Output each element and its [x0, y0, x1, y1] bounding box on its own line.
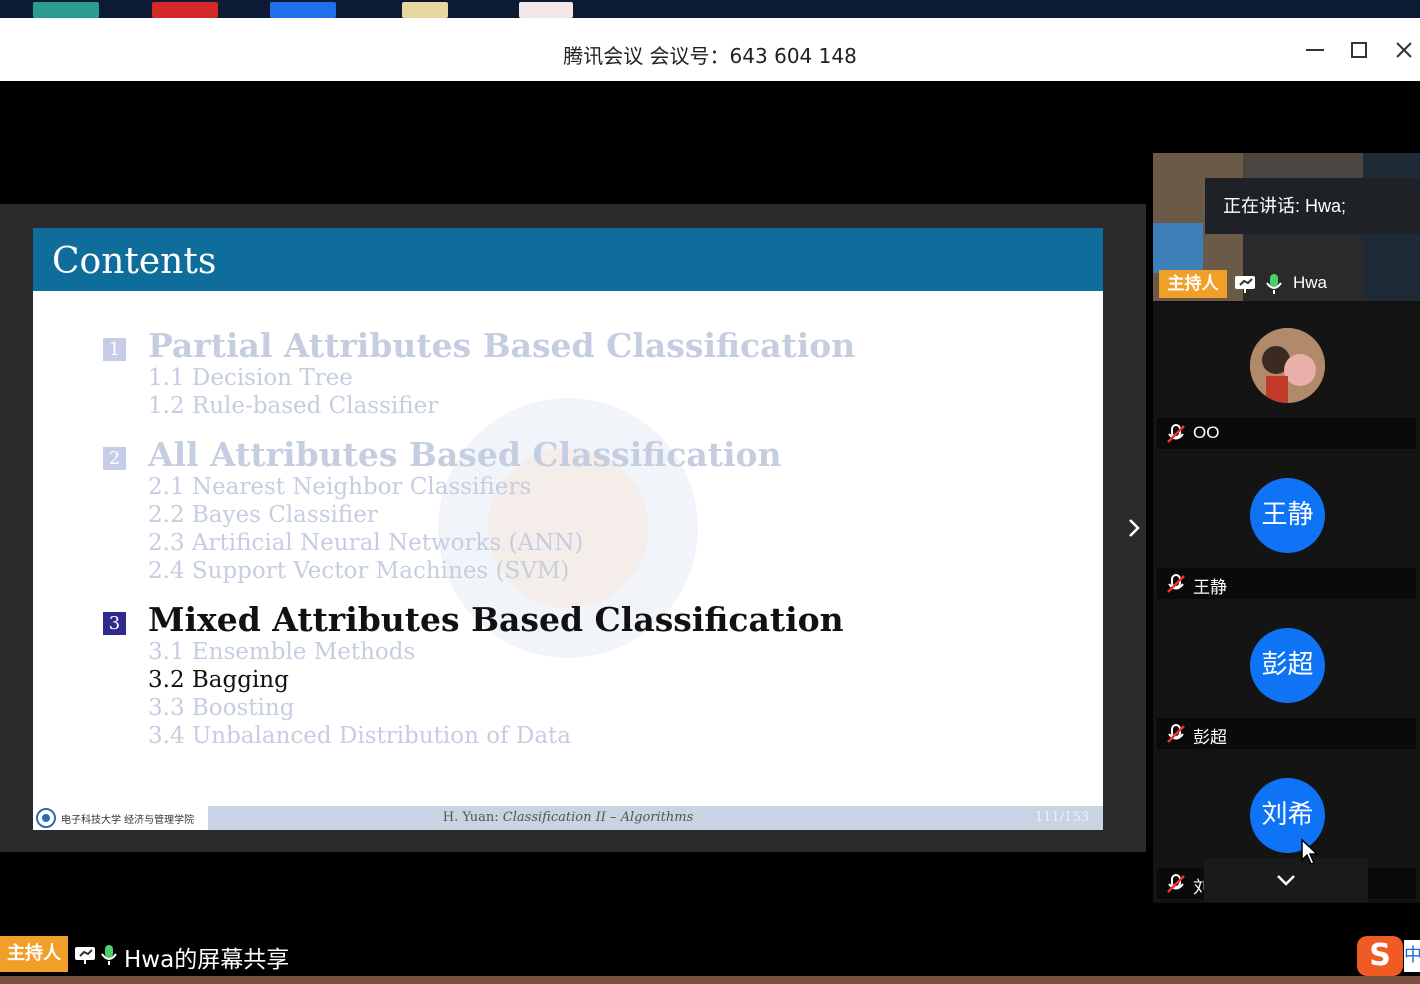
footer-center-text: H. Yuan: Classification II – Algorithms	[208, 810, 928, 825]
participant-name-bar: OO	[1157, 418, 1416, 449]
subsection-item: 3.3 Boosting	[148, 695, 295, 721]
speaker-video-tile[interactable]: 正在讲话: Hwa; 主持人 Hwa	[1153, 153, 1420, 301]
participant-name: OO	[1193, 423, 1220, 442]
expand-participants-button[interactable]	[1204, 858, 1368, 902]
window-title: 腾讯会议 会议号：643 604 148	[563, 44, 857, 68]
speaker-name: Hwa	[1293, 273, 1328, 292]
os-taskbar-strip	[0, 0, 1420, 18]
speaking-indicator: 正在讲话: Hwa;	[1205, 178, 1420, 234]
minimize-icon	[1306, 49, 1324, 51]
subsection-item-active: 3.2 Bagging	[148, 667, 289, 693]
video-feed	[1153, 223, 1203, 273]
avatar: 彭超	[1250, 628, 1325, 703]
participant-tile[interactable]: 彭超 彭超	[1153, 603, 1420, 751]
taskbar-app-icon[interactable]	[33, 2, 99, 18]
screen-share-label: Hwa的屏幕共享	[124, 947, 290, 973]
participant-name: 彭超	[1193, 728, 1227, 747]
subsection-item: 2.3 Artificial Neural Networks (ANN)	[148, 530, 584, 556]
slide-page-number: 111/153	[1034, 810, 1089, 825]
presentation-slide: Contents 1 Partial Attributes Based Clas…	[33, 228, 1103, 830]
taskbar-app-icon[interactable]	[270, 2, 336, 18]
subsection-item: 1.1 Decision Tree	[148, 365, 353, 391]
mic-muted-icon	[1167, 574, 1185, 593]
maximize-button[interactable]	[1341, 32, 1377, 68]
mic-muted-icon	[1167, 424, 1185, 443]
footer-institution: 电子科技大学 经济与管理学院	[61, 814, 195, 826]
screen-share-icon	[1235, 276, 1255, 293]
section-title: Partial Attributes Based Classification	[148, 326, 856, 365]
close-button[interactable]	[1386, 32, 1420, 68]
taskbar-folder-icon[interactable]	[402, 2, 448, 18]
chevron-right-icon	[1129, 519, 1140, 537]
section-number: 2	[103, 447, 126, 470]
meeting-title-bar: 腾讯会议 会议号：643 604 148	[0, 18, 1420, 81]
chevron-down-icon	[1277, 875, 1295, 886]
subsection-item: 2.4 Support Vector Machines (SVM)	[148, 558, 570, 584]
participant-name-bar: 王静	[1157, 568, 1416, 599]
slide-header: Contents	[33, 228, 1103, 291]
os-bottom-strip	[0, 976, 1420, 984]
avatar-image	[1250, 328, 1325, 403]
screen-share-icon	[75, 947, 95, 964]
footer-title: Classification II – Algorithms	[502, 810, 694, 825]
taskbar-pdf-icon[interactable]	[519, 2, 573, 18]
participant-name: 王静	[1193, 578, 1227, 597]
microphone-icon	[101, 945, 117, 965]
slide-footer: 电子科技大学 经济与管理学院 H. Yuan: Classification I…	[33, 806, 1103, 830]
subsection-item: 2.1 Nearest Neighbor Classifiers	[148, 474, 532, 500]
participant-tile[interactable]: 王静 王静	[1153, 453, 1420, 601]
avatar	[1250, 328, 1325, 403]
subsection-item: 1.2 Rule-based Classifier	[148, 393, 439, 419]
close-icon	[1396, 42, 1412, 58]
section-number: 1	[103, 338, 126, 361]
host-badge-bottom: 主持人	[0, 936, 68, 972]
subsection-item: 3.1 Ensemble Methods	[148, 639, 416, 665]
subsection-item: 3.4 Unbalanced Distribution of Data	[148, 723, 572, 749]
mic-muted-icon	[1167, 874, 1185, 893]
footer-logo: 电子科技大学 经济与管理学院	[33, 806, 208, 830]
participant-name-bar: 彭超	[1157, 718, 1416, 749]
section-title-active: Mixed Attributes Based Classification	[148, 600, 844, 639]
section-number: 3	[103, 612, 126, 635]
minimize-button[interactable]	[1297, 32, 1333, 68]
mic-muted-icon	[1167, 724, 1185, 743]
taskbar-app-icon[interactable]	[152, 2, 218, 18]
host-badge: 主持人	[1159, 270, 1227, 298]
participant-panel: 正在讲话: Hwa; 主持人 Hwa OO 王静 王静 彭超 彭超 刘希	[1153, 153, 1420, 903]
section-title: All Attributes Based Classification	[148, 435, 782, 474]
mouse-cursor-icon	[1301, 838, 1319, 865]
subsection-item: 2.2 Bayes Classifier	[148, 502, 378, 528]
microphone-icon	[1266, 274, 1282, 294]
university-logo-icon	[36, 808, 56, 828]
footer-author: H. Yuan:	[442, 810, 503, 825]
panel-toggle-button[interactable]	[1122, 498, 1146, 558]
avatar: 王静	[1250, 478, 1325, 553]
ime-mode-indicator[interactable]: 中	[1404, 940, 1420, 972]
maximize-icon	[1351, 42, 1367, 58]
slide-title: Contents	[52, 241, 217, 282]
ime-sogou-icon[interactable]: S	[1357, 936, 1403, 976]
participant-tile[interactable]: OO	[1153, 303, 1420, 451]
